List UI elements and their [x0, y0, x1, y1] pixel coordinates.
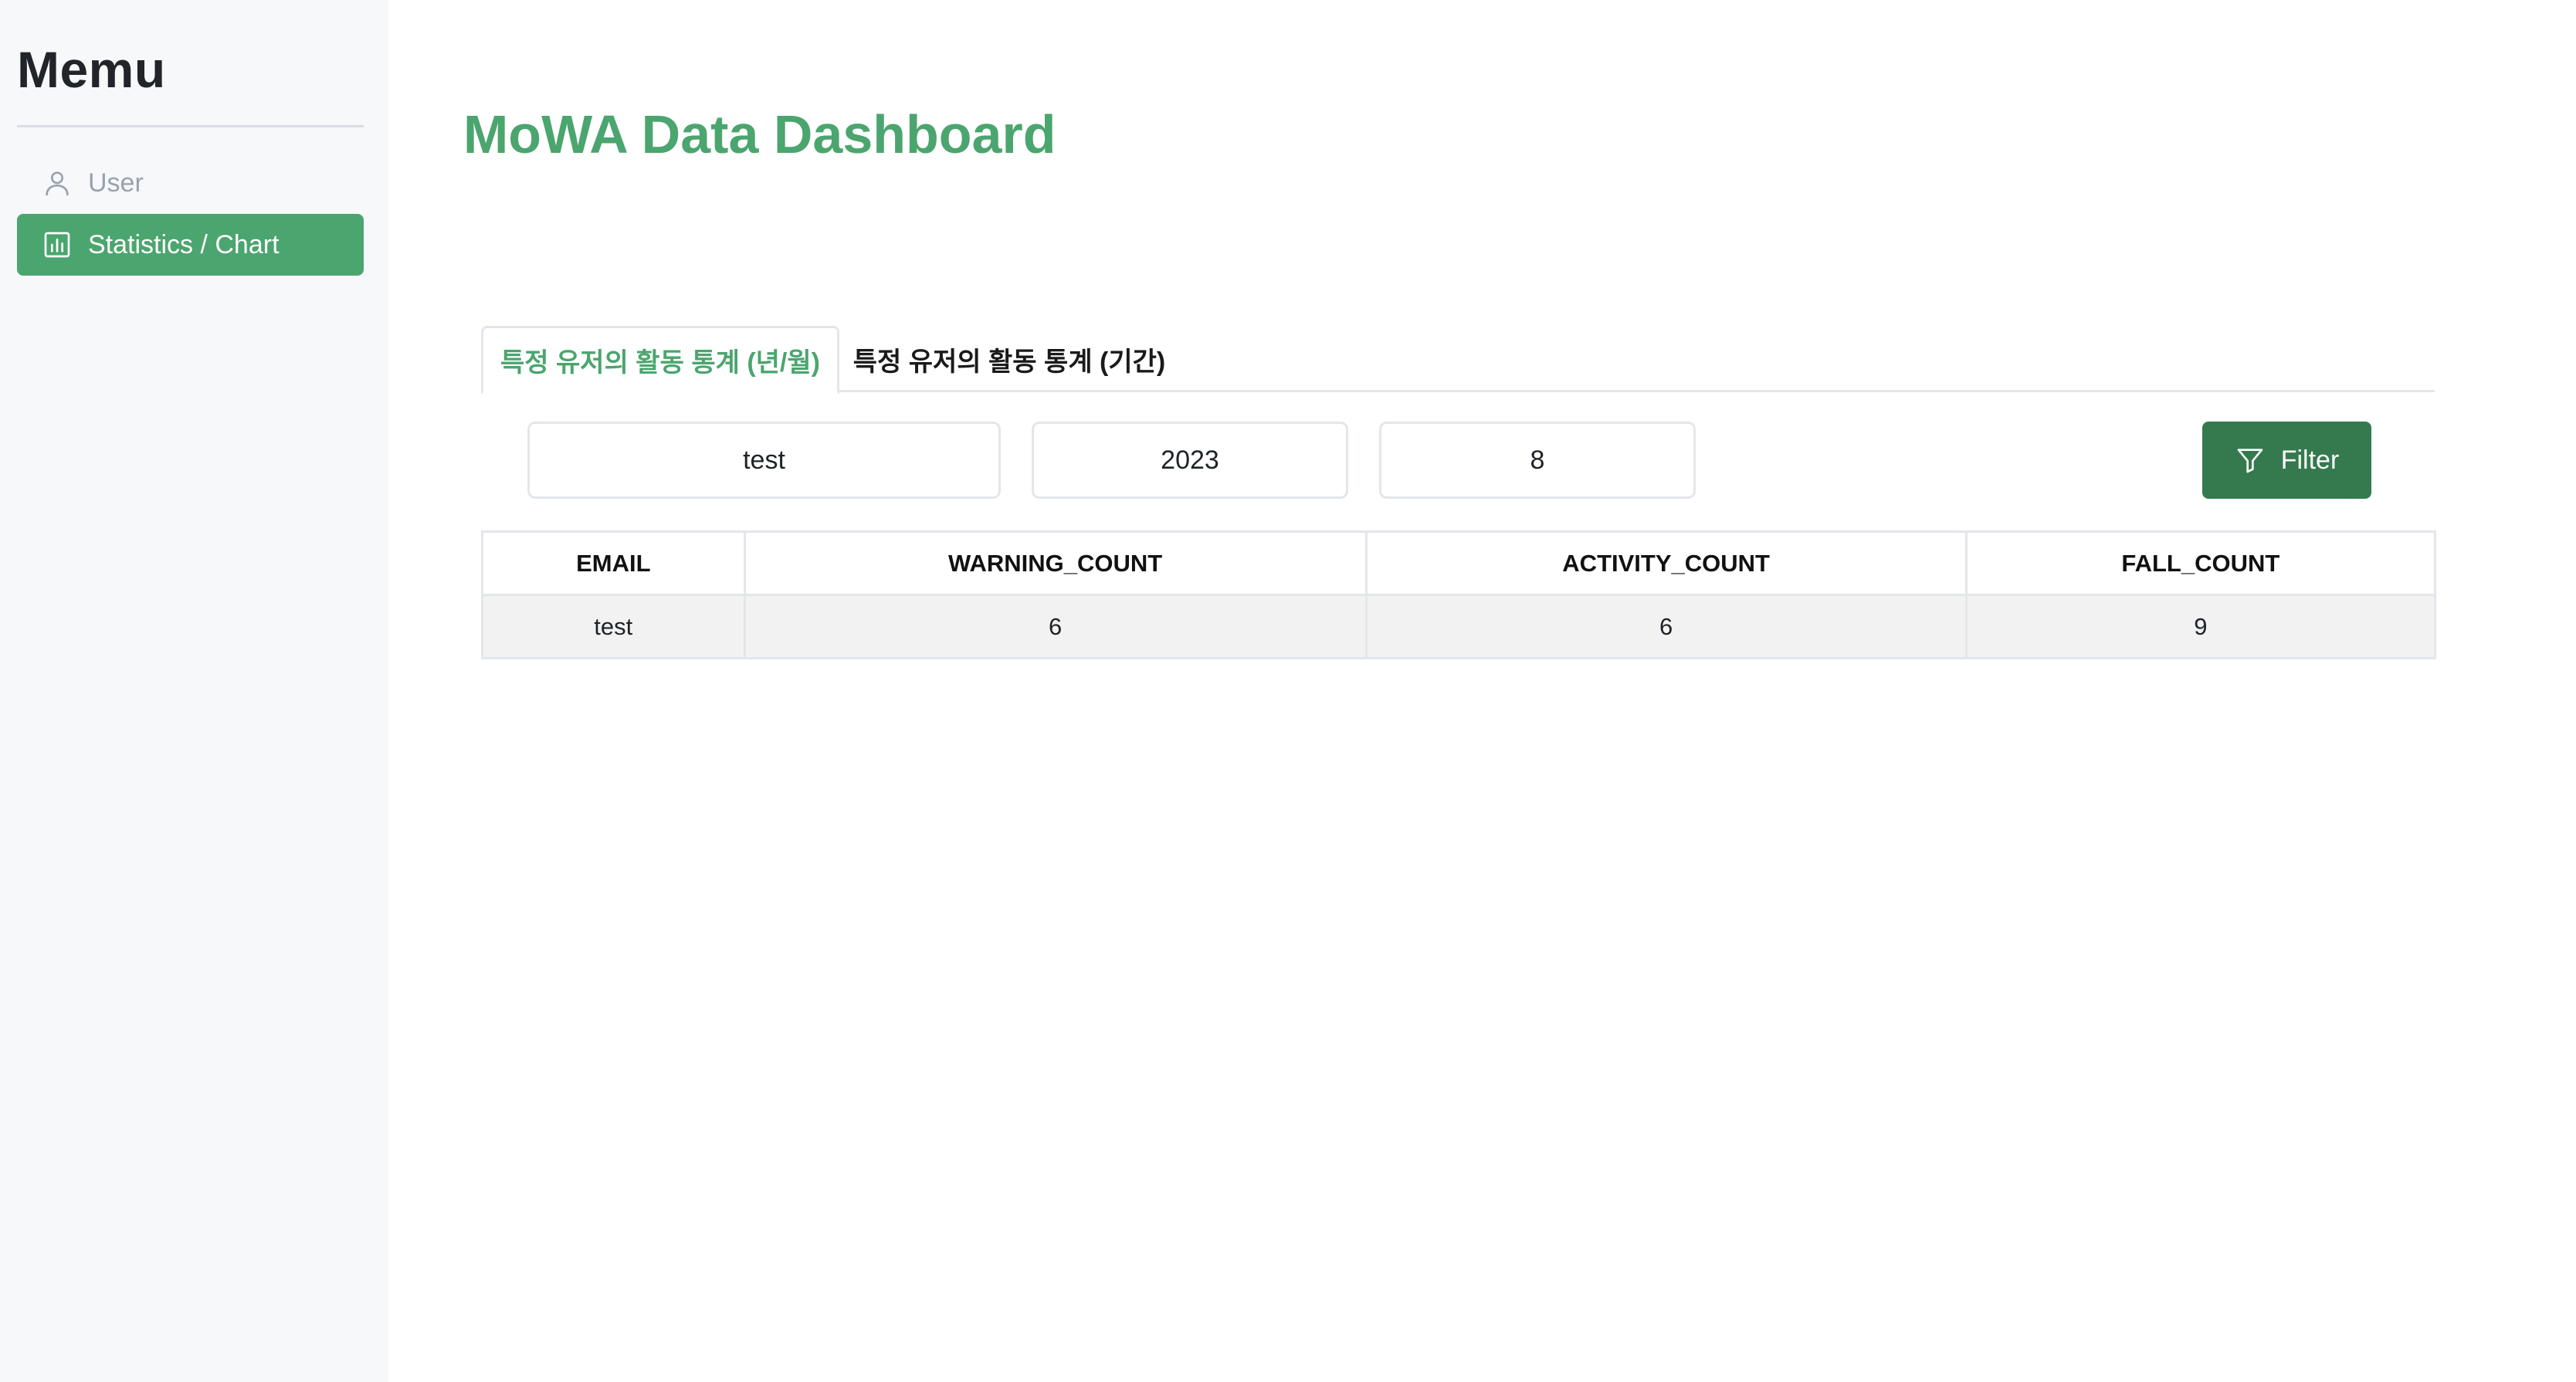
sidebar-item-label: User	[88, 168, 144, 198]
filter-button[interactable]: Filter	[2202, 422, 2371, 499]
table-header-row: EMAIL WARNING_COUNT ACTIVITY_COUNT FALL_…	[481, 530, 2437, 596]
month-input[interactable]	[1379, 422, 1696, 499]
sidebar-item-statistics-chart[interactable]: Statistics / Chart	[17, 214, 364, 276]
sidebar: Memu User Statistics / Chart	[0, 0, 388, 1382]
user-icon	[42, 168, 73, 198]
cell-email: test	[481, 594, 746, 659]
year-input[interactable]	[1032, 422, 1348, 499]
filter-icon	[2237, 449, 2263, 473]
filter-button-label: Filter	[2280, 445, 2340, 475]
column-header-activity-count: ACTIVITY_COUNT	[1364, 530, 1968, 596]
bar-chart-icon	[42, 229, 73, 260]
cell-fall-count: 9	[1964, 594, 2437, 659]
tab-bar: 특정 유저의 활동 통계 (년/월) 특정 유저의 활동 통계 (기간)	[481, 326, 2435, 395]
sidebar-divider	[17, 125, 364, 127]
sidebar-title: Memu	[17, 41, 166, 98]
stats-table: EMAIL WARNING_COUNT ACTIVITY_COUNT FALL_…	[481, 530, 2437, 659]
page-title: MoWA Data Dashboard	[463, 104, 1056, 164]
column-header-warning-count: WARNING_COUNT	[743, 530, 1368, 596]
cell-warning-count: 6	[743, 594, 1368, 659]
email-input[interactable]	[527, 422, 1001, 499]
table-row: test 6 6 9	[481, 594, 2437, 659]
cell-activity-count: 6	[1364, 594, 1968, 659]
tab-stats-period[interactable]: 특정 유저의 활동 통계 (기간)	[839, 326, 1179, 392]
column-header-email: EMAIL	[481, 530, 746, 596]
sidebar-item-label: Statistics / Chart	[88, 229, 280, 259]
sidebar-item-user[interactable]: User	[17, 152, 364, 214]
tab-stats-year-month[interactable]: 특정 유저의 활동 통계 (년/월)	[481, 326, 839, 395]
column-header-fall-count: FALL_COUNT	[1964, 530, 2437, 596]
